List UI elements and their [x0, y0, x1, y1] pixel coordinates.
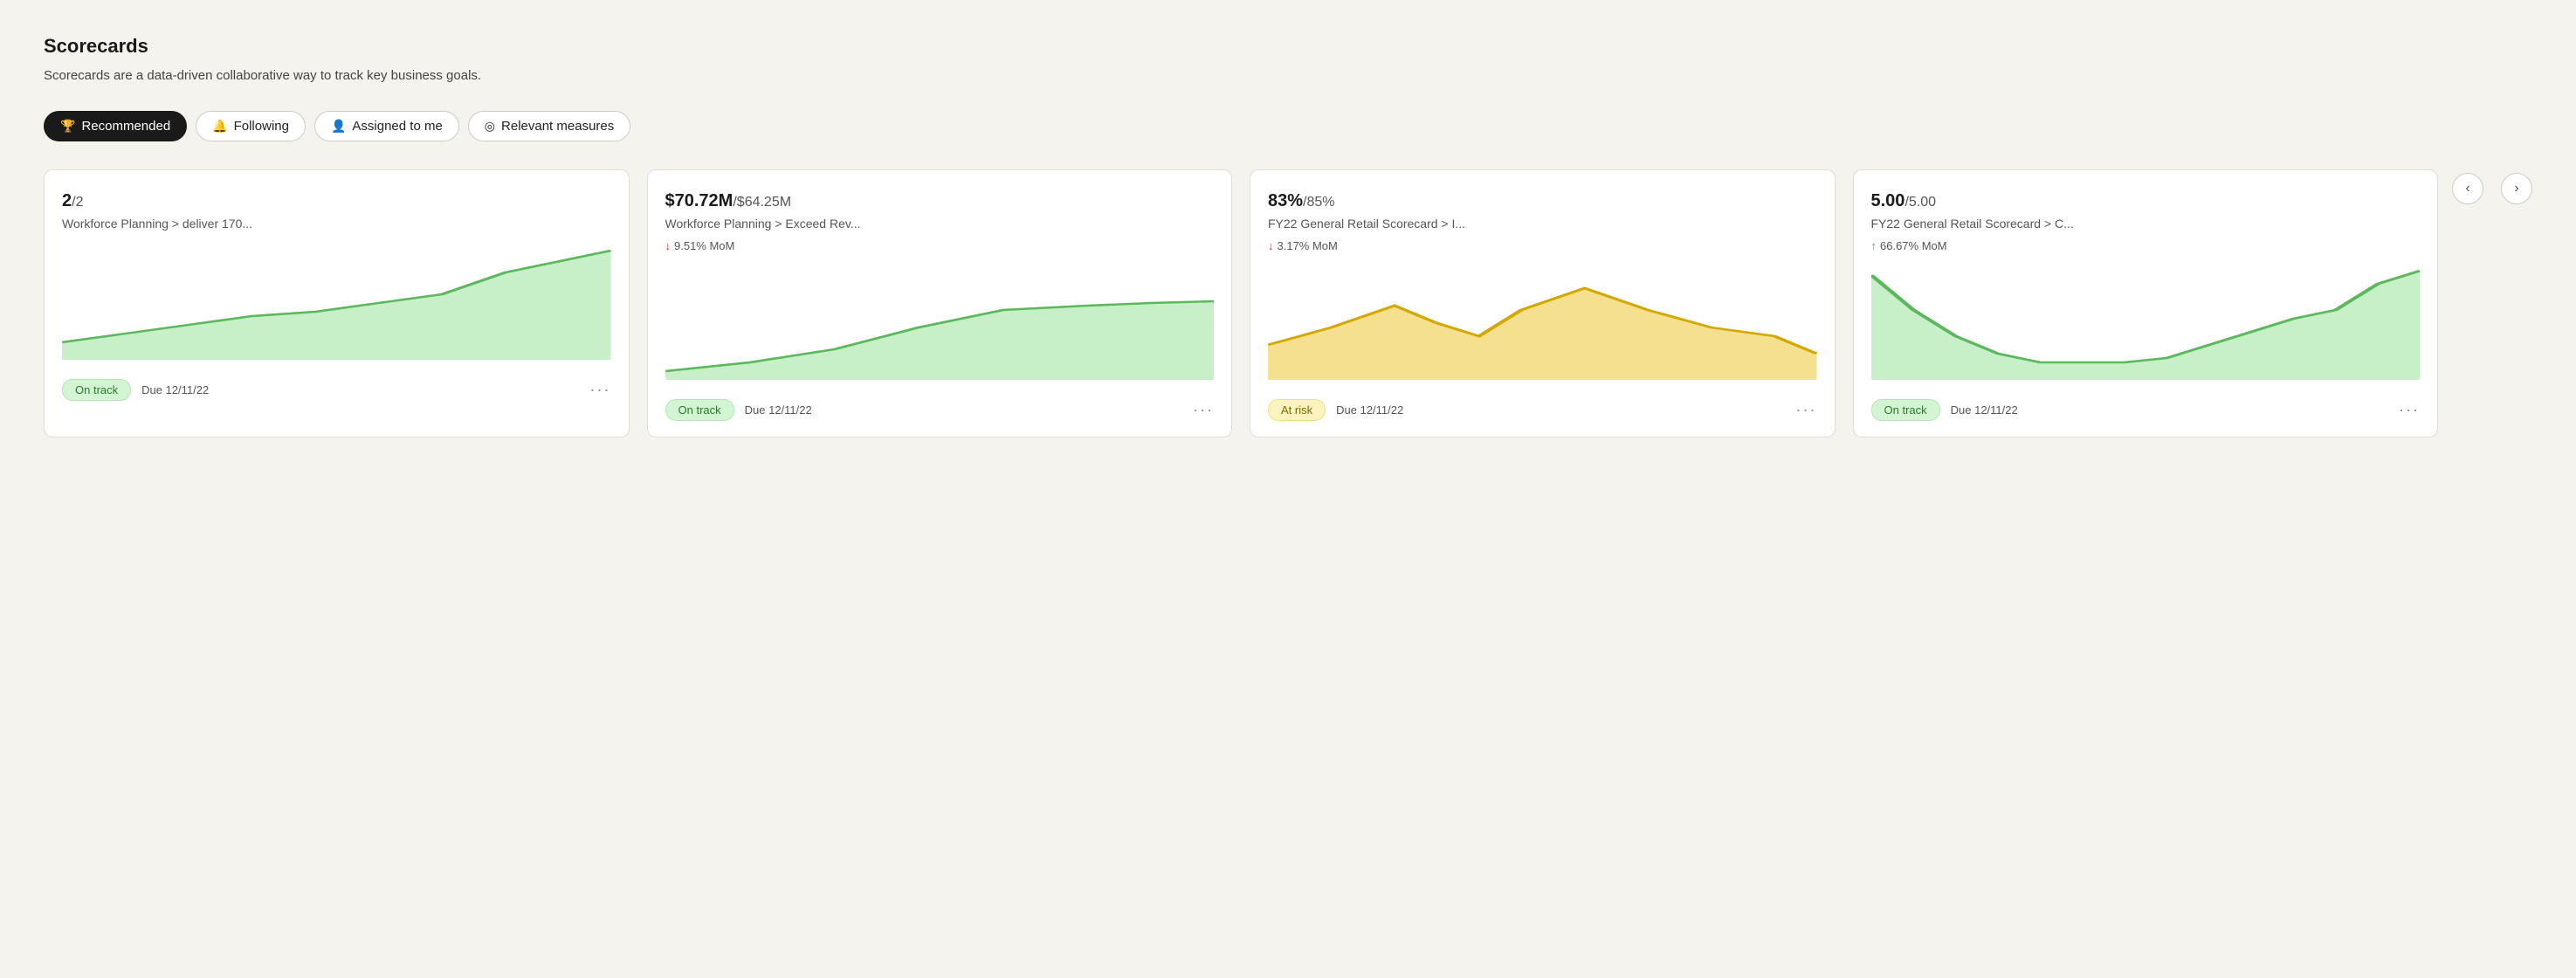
card-1-due: Due 12/11/22: [141, 383, 209, 396]
card-4-value: 5.00/5.00: [1871, 191, 2421, 211]
card-2-footer: On track Due 12/11/22 ···: [665, 399, 1215, 421]
card-3-path: FY22 General Retail Scorecard > I...: [1268, 217, 1817, 231]
cards-section: 2/2 Workforce Planning > deliver 170... …: [44, 169, 2532, 437]
card-2-path: Workforce Planning > Exceed Rev...: [665, 217, 1215, 231]
card-4-mom: ↑ 66.67% MoM: [1871, 239, 2421, 252]
card-1-path: Workforce Planning > deliver 170...: [62, 217, 611, 231]
chevron-left-icon: ‹: [2465, 181, 2469, 196]
card-1-status: On track: [62, 379, 131, 401]
card-4-due: Due 12/11/22: [1951, 403, 2018, 417]
trophy-icon: 🏆: [60, 119, 75, 134]
tab-relevant-label: Relevant measures: [501, 119, 614, 134]
card-2-due: Due 12/11/22: [745, 403, 812, 417]
card-1-more-button[interactable]: ···: [590, 381, 611, 399]
card-4-more-button[interactable]: ···: [2399, 401, 2420, 419]
scorecard-card-3[interactable]: 83%/85% FY22 General Retail Scorecard > …: [1250, 169, 1836, 437]
card-3-chart: [1268, 266, 1817, 380]
card-3-due: Due 12/11/22: [1336, 403, 1403, 417]
scorecard-card-4[interactable]: 5.00/5.00 FY22 General Retail Scorecard …: [1853, 169, 2439, 437]
card-2-mom: ↓ 9.51% MoM: [665, 239, 1215, 252]
card-4-chart: [1871, 266, 2421, 380]
card-2-chart: [665, 266, 1215, 380]
tab-recommended[interactable]: 🏆 Recommended: [44, 111, 187, 141]
tab-recommended-label: Recommended: [81, 119, 170, 134]
card-4-status: On track: [1871, 399, 1940, 421]
filter-tabs: 🏆 Recommended 🔔 Following 👤 Assigned to …: [44, 111, 2532, 141]
arrow-down-icon: ↓: [665, 239, 672, 252]
card-2-status: On track: [665, 399, 734, 421]
card-3-status: At risk: [1268, 399, 1326, 421]
page-title: Scorecards: [44, 35, 2532, 58]
nav-next-button[interactable]: ›: [2501, 173, 2532, 204]
card-1-chart: [62, 246, 611, 360]
nav-prev-button[interactable]: ‹: [2452, 173, 2483, 204]
card-2-more-button[interactable]: ···: [1193, 401, 1214, 419]
scorecard-card-1[interactable]: 2/2 Workforce Planning > deliver 170... …: [44, 169, 630, 437]
page-subtitle: Scorecards are a data-driven collaborati…: [44, 68, 2532, 83]
card-3-more-button[interactable]: ···: [1796, 401, 1817, 419]
card-1-value: 2/2: [62, 191, 611, 211]
card-3-value: 83%/85%: [1268, 191, 1817, 211]
tab-following[interactable]: 🔔 Following: [196, 111, 306, 141]
bell-icon: 🔔: [212, 119, 227, 134]
tab-following-label: Following: [234, 119, 289, 134]
card-4-path: FY22 General Retail Scorecard > C...: [1871, 217, 2421, 231]
tab-relevant[interactable]: ◎ Relevant measures: [468, 111, 630, 141]
card-2-value: $70.72M/$64.25M: [665, 191, 1215, 211]
arrow-down-icon: ↓: [1268, 239, 1274, 252]
person-icon: 👤: [331, 119, 346, 134]
tab-assigned[interactable]: 👤 Assigned to me: [314, 111, 459, 141]
tab-assigned-label: Assigned to me: [352, 119, 442, 134]
chevron-right-icon: ›: [2514, 181, 2518, 196]
card-3-footer: At risk Due 12/11/22 ···: [1268, 399, 1817, 421]
nav-arrows: ‹ ›: [2452, 173, 2532, 204]
card-4-footer: On track Due 12/11/22 ···: [1871, 399, 2421, 421]
card-1-footer: On track Due 12/11/22 ···: [62, 379, 611, 401]
arrow-up-icon: ↑: [1871, 239, 1877, 252]
scorecard-card-2[interactable]: $70.72M/$64.25M Workforce Planning > Exc…: [647, 169, 1233, 437]
cards-container: 2/2 Workforce Planning > deliver 170... …: [44, 169, 2438, 437]
circle-icon: ◎: [485, 119, 495, 134]
card-3-mom: ↓ 3.17% MoM: [1268, 239, 1817, 252]
